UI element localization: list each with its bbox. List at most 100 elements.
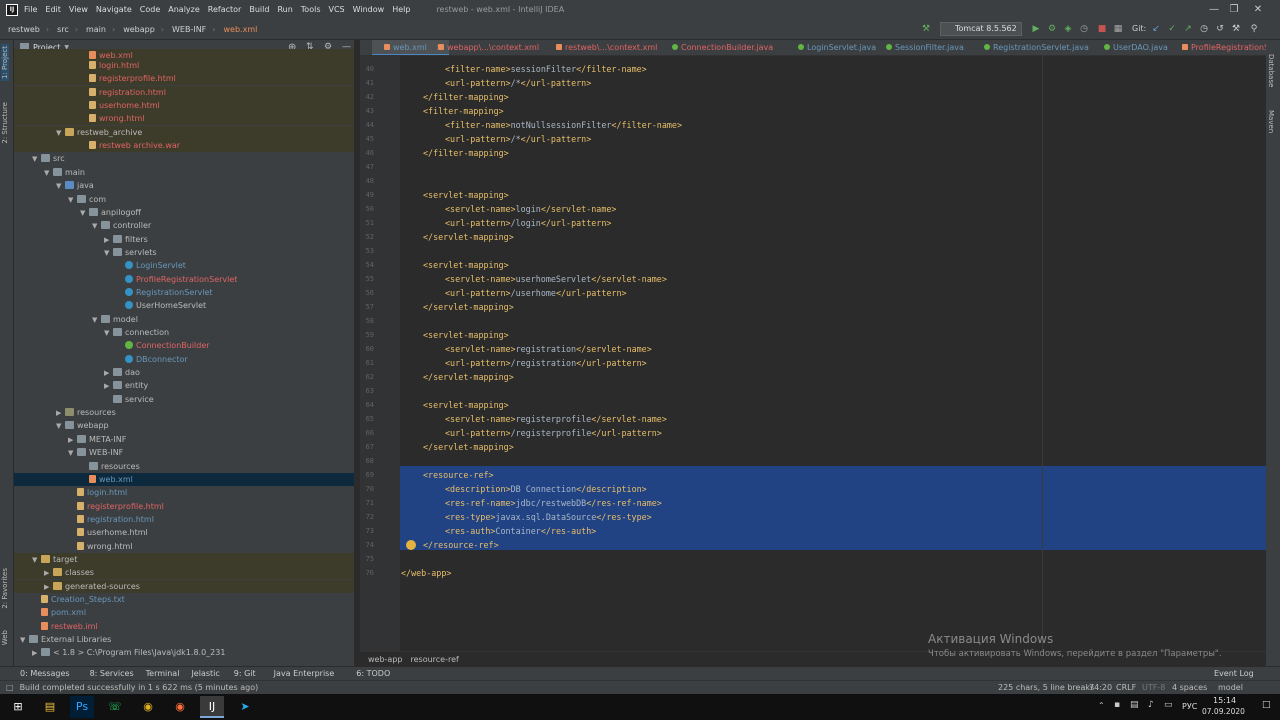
tree-item[interactable]: LoginServlet — [14, 259, 354, 272]
project-tool-button[interactable]: 1: Project — [1, 44, 9, 81]
tree-item[interactable]: RegistrationServlet — [14, 286, 354, 299]
tree-item[interactable]: registerprofile.html — [14, 72, 354, 86]
run-icon[interactable]: ▶ — [1030, 23, 1042, 35]
path-crumb[interactable]: src — [57, 25, 69, 34]
notifications-icon[interactable]: □ — [1262, 700, 1271, 710]
tool-window-button[interactable]: 9: Git — [234, 669, 256, 678]
tray-app-icon[interactable]: ▪ — [1114, 700, 1120, 710]
menu-item[interactable]: Help — [392, 5, 410, 14]
tree-item[interactable]: ▶ filters — [14, 233, 354, 247]
editor-tab[interactable]: ProfileRegistrationServ — [1170, 40, 1266, 55]
tray-chevron-icon[interactable]: ⌃ — [1098, 701, 1105, 710]
tree-item[interactable]: ProfileRegistrationServlet — [14, 273, 354, 286]
profile-icon[interactable]: ◷ — [1078, 23, 1090, 35]
web-tool-button[interactable]: Web — [1, 630, 9, 645]
editor-tab[interactable]: UserDAO.java — [1092, 40, 1168, 55]
tree-item[interactable]: wrong.html — [14, 112, 354, 126]
tree-item[interactable]: ▼ target — [14, 552, 354, 567]
editor-tab[interactable]: webapp\...\context.xml — [426, 40, 539, 55]
expand-down-icon[interactable]: ▼ — [32, 554, 41, 567]
network-icon[interactable]: ▤ — [1130, 700, 1139, 710]
favorites-tool-button[interactable]: 2: Favorites — [1, 568, 9, 609]
photoshop-icon[interactable]: Ps — [70, 696, 94, 718]
tool-window-button[interactable]: Jelastic — [191, 669, 219, 678]
event-log-button[interactable]: Event Log — [1214, 669, 1254, 678]
expand-down-icon[interactable]: ▼ — [68, 194, 77, 207]
tree-item[interactable]: userhome.html — [14, 526, 354, 539]
tree-item[interactable]: ▶ generated-sources — [14, 579, 354, 594]
path-crumb[interactable]: webapp — [123, 25, 155, 34]
menu-item[interactable]: Refactor — [208, 5, 242, 14]
module-name[interactable]: model — [1218, 683, 1243, 692]
search-icon[interactable]: ⚲ — [1248, 23, 1260, 35]
expand-down-icon[interactable]: ▼ — [56, 127, 65, 140]
tree-item[interactable]: wrong.html — [14, 540, 354, 553]
menu-item[interactable]: Build — [249, 5, 269, 14]
path-crumb[interactable]: web.xml — [224, 25, 258, 34]
file-encoding[interactable]: UTF-8 — [1142, 683, 1165, 692]
tree-item[interactable]: ▶ < 1.8 > C:\Program Files\Java\jdk1.8.0_… — [14, 646, 354, 660]
tree-item[interactable]: ▼ java — [14, 179, 354, 193]
expand-down-icon[interactable]: ▼ — [56, 180, 65, 193]
expand-down-icon[interactable]: ▼ — [32, 153, 41, 166]
code-editor[interactable]: <filter-name>sessionFilter</filter-name>… — [400, 56, 1266, 651]
chrome-icon[interactable]: ◉ — [136, 696, 160, 718]
menu-item[interactable]: View — [69, 5, 88, 14]
tree-item[interactable]: service — [14, 393, 354, 406]
breadcrumb-web-app[interactable]: web-app — [368, 655, 403, 664]
tree-item[interactable]: UserHomeServlet — [14, 299, 354, 312]
tree-item[interactable]: registration.html — [14, 85, 354, 99]
tool-window-button[interactable]: 8: Services — [90, 669, 134, 678]
tree-item[interactable]: ▼ webapp — [14, 419, 354, 433]
tree-item[interactable]: ▼ connection — [14, 326, 354, 339]
expand-right-icon[interactable]: ▶ — [104, 380, 113, 393]
run-configuration-select[interactable]: Tomcat 8.5.562 — [940, 22, 1022, 36]
tree-item[interactable]: ▼ controller — [14, 219, 354, 232]
expand-down-icon[interactable]: ▼ — [56, 420, 65, 433]
tree-item[interactable]: ▼ main — [14, 166, 354, 179]
tree-item[interactable]: pom.xml — [14, 606, 354, 619]
tree-item[interactable]: ▼ servlets — [14, 246, 354, 260]
tree-item[interactable]: ▼ model — [14, 313, 354, 326]
tree-item[interactable]: ▶ dao — [14, 366, 354, 380]
volume-icon[interactable]: ♪ — [1148, 700, 1154, 710]
menu-item[interactable]: Edit — [45, 5, 61, 14]
tree-item[interactable]: registration.html — [14, 513, 354, 526]
tree-item[interactable]: login.html — [14, 59, 354, 72]
expand-right-icon[interactable]: ▶ — [104, 234, 113, 247]
expand-down-icon[interactable]: ▼ — [80, 207, 89, 220]
path-crumb[interactable]: WEB-INF — [172, 25, 206, 34]
lightbulb-icon[interactable] — [406, 540, 416, 550]
expand-down-icon[interactable]: ▼ — [20, 634, 29, 647]
expand-down-icon[interactable]: ▼ — [104, 247, 113, 260]
expand-right-icon[interactable]: ▶ — [104, 367, 113, 380]
menu-item[interactable]: Run — [277, 5, 292, 14]
tree-item[interactable]: ▼ External Libraries — [14, 633, 354, 647]
expand-right-icon[interactable]: ▶ — [44, 581, 53, 594]
tree-item[interactable]: ▶ entity — [14, 379, 354, 393]
path-crumb[interactable]: restweb — [8, 25, 40, 34]
stop-icon[interactable]: ■ — [1096, 23, 1108, 35]
caret-position[interactable]: 74:20 — [1089, 683, 1112, 692]
menu-item[interactable]: Navigate — [96, 5, 132, 14]
git-commit-icon[interactable]: ✓ — [1166, 23, 1178, 35]
path-crumb[interactable]: main — [86, 25, 106, 34]
expand-right-icon[interactable]: ▶ — [32, 647, 41, 660]
editor-tab[interactable]: ConnectionBuilder.java — [660, 40, 773, 55]
tree-item[interactable]: ▶ classes — [14, 566, 354, 580]
whatsapp-icon[interactable]: ☏ — [103, 696, 127, 718]
expand-right-icon[interactable]: ▶ — [56, 407, 65, 420]
expand-right-icon[interactable]: ▶ — [68, 434, 77, 447]
structure-tool-button[interactable]: 2: Structure — [1, 102, 9, 144]
menu-item[interactable]: File — [24, 5, 37, 14]
menu-item[interactable]: Analyze — [168, 5, 200, 14]
tree-item[interactable]: web.xml — [14, 472, 354, 486]
expand-down-icon[interactable]: ▼ — [68, 447, 77, 460]
expand-right-icon[interactable]: ▶ — [44, 567, 53, 580]
tree-item[interactable]: restweb archive.war — [14, 139, 354, 153]
rollback-icon[interactable]: ↺ — [1214, 23, 1226, 35]
git-update-icon[interactable]: ↙ — [1150, 23, 1162, 35]
settings-icon[interactable]: ▦ — [1112, 23, 1124, 35]
database-tool-button[interactable]: Database — [1267, 54, 1275, 87]
menu-item[interactable]: Tools — [301, 5, 321, 14]
